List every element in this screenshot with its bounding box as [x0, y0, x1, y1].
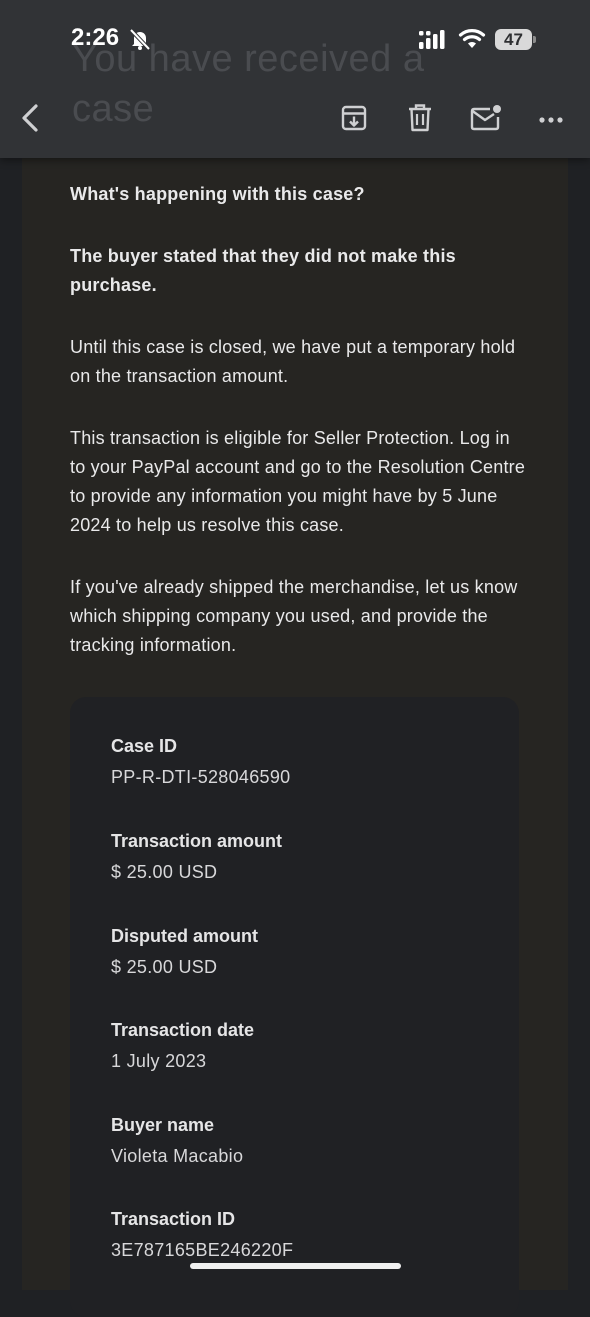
detail-value: $ 25.00 USD: [111, 957, 218, 977]
seller-protection-paragraph: This transaction is eligible for Seller …: [70, 428, 526, 535]
signal-icon: [418, 30, 446, 55]
more-icon: [539, 111, 563, 129]
detail-label: Case ID: [111, 736, 178, 756]
archive-icon: [340, 104, 368, 137]
detail-label: Transaction ID: [111, 1209, 236, 1229]
status-time: 2:26: [71, 24, 120, 51]
email-body: What's happening with this case? The buy…: [70, 180, 530, 660]
detail-value: 3E787165BE246220F: [111, 1240, 294, 1260]
case-details-box: Case ID PP-R-DTI-528046590 Transaction a…: [70, 697, 519, 1317]
mark-unread-button[interactable]: [464, 98, 508, 142]
transaction-date-item: Transaction date 1 July 2023: [111, 1018, 254, 1073]
mark-unread-icon: [470, 104, 502, 137]
transaction-id-item: Transaction ID 3E787165BE246220F: [111, 1207, 293, 1262]
detail-label: Disputed amount: [111, 926, 258, 946]
delete-button[interactable]: [398, 98, 442, 142]
bell-slash-icon: [128, 27, 152, 56]
detail-value: 1 July 2023: [111, 1051, 207, 1071]
archive-button[interactable]: [332, 98, 376, 142]
detail-label: Buyer name: [111, 1115, 215, 1135]
detail-value: $ 25.00 USD: [111, 862, 218, 882]
detail-label: Transaction amount: [111, 831, 283, 851]
case-question-heading: What's happening with this case?: [70, 184, 365, 204]
back-icon: [19, 103, 41, 138]
battery-icon: 47: [495, 29, 536, 50]
battery-cap: [533, 36, 536, 43]
transaction-amount-item: Transaction amount $ 25.00 USD: [111, 829, 282, 884]
hold-paragraph: Until this case is closed, we have put a…: [70, 337, 516, 386]
trash-icon: [407, 103, 433, 138]
detail-label: Transaction date: [111, 1020, 255, 1040]
more-button[interactable]: [529, 98, 573, 142]
detail-value: Violeta Macabio: [111, 1146, 244, 1166]
back-button[interactable]: [8, 98, 52, 142]
home-indicator[interactable]: [190, 1263, 401, 1269]
buyer-statement: The buyer stated that they did not make …: [70, 246, 456, 295]
disputed-amount-item: Disputed amount $ 25.00 USD: [111, 924, 258, 979]
battery-level: 47: [504, 30, 523, 49]
shipping-paragraph: If you've already shipped the merchandis…: [70, 577, 518, 655]
wifi-icon: [458, 27, 486, 54]
detail-value: PP-R-DTI-528046590: [111, 767, 291, 787]
case-id-item: Case ID PP-R-DTI-528046590: [111, 734, 291, 789]
top-toolbar: You have received a case 2:26 47: [0, 0, 590, 158]
buyer-name-item: Buyer name Violeta Macabio: [111, 1113, 243, 1168]
